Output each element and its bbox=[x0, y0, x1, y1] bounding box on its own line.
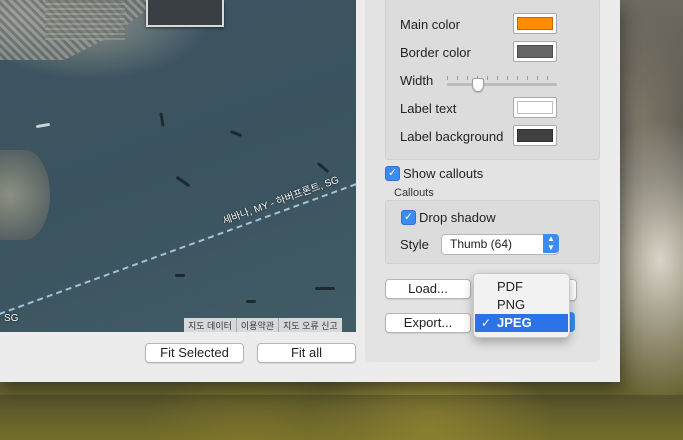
style-label: Style bbox=[400, 237, 429, 252]
main-color-fill bbox=[517, 17, 553, 30]
ship bbox=[159, 112, 165, 127]
label-background-color-well[interactable] bbox=[513, 125, 557, 146]
border-color-label: Border color bbox=[400, 45, 471, 60]
label-text-color-fill bbox=[517, 101, 553, 114]
width-slider[interactable] bbox=[447, 76, 557, 93]
ship bbox=[35, 122, 51, 129]
width-slider-track bbox=[447, 83, 557, 86]
checkmark-icon: ✓ bbox=[403, 211, 414, 223]
map-data-link[interactable]: 지도 데이터 bbox=[184, 318, 236, 332]
export-format-menu[interactable]: PDF PNG ✓ JPEG bbox=[473, 273, 570, 338]
ship bbox=[175, 175, 191, 188]
ship bbox=[316, 161, 330, 174]
style-select[interactable]: Thumb (64) ▲ ▼ bbox=[441, 234, 559, 255]
label-text-color-well[interactable] bbox=[513, 97, 557, 118]
ship bbox=[246, 300, 256, 303]
map-land-island bbox=[0, 150, 50, 240]
map-boundary-label: 세바나, MY - 하버프론트, SG bbox=[221, 174, 341, 228]
map-land-port bbox=[45, 0, 125, 40]
ship bbox=[175, 274, 185, 277]
wallpaper-ridge bbox=[0, 395, 683, 440]
show-callouts-label: Show callouts bbox=[403, 166, 484, 181]
load-button[interactable]: Load... bbox=[385, 279, 471, 299]
ship bbox=[315, 287, 335, 290]
main-color-well[interactable] bbox=[513, 13, 557, 34]
width-slider-ticks bbox=[447, 76, 557, 80]
callouts-header: Callouts bbox=[394, 187, 434, 199]
show-callouts-checkbox[interactable]: ✓ bbox=[385, 166, 400, 181]
checkmark-icon: ✓ bbox=[481, 316, 492, 330]
checkmark-icon: ✓ bbox=[387, 167, 398, 179]
border-color-fill bbox=[517, 45, 553, 58]
drop-shadow-checkbox[interactable]: ✓ bbox=[401, 210, 416, 225]
map-attribution: 지도 데이터 이용약관 지도 오류 신고 bbox=[184, 318, 342, 332]
map-thumbnail-callout[interactable] bbox=[146, 0, 224, 27]
width-label: Width bbox=[400, 73, 434, 88]
label-background-label: Label background bbox=[400, 129, 504, 144]
map-edge-label: SG bbox=[4, 313, 19, 324]
menu-item-jpeg[interactable]: ✓ JPEG bbox=[475, 314, 568, 332]
ship bbox=[229, 130, 243, 137]
updown-chevron-icon: ▲ ▼ bbox=[543, 234, 559, 253]
fit-all-button[interactable]: Fit all bbox=[257, 343, 356, 363]
report-error-link[interactable]: 지도 오류 신고 bbox=[278, 318, 342, 332]
map-view[interactable]: 세바나, MY - 하버프론트, SG SG 지도 데이터 이용약관 지도 오류… bbox=[0, 0, 356, 332]
export-button[interactable]: Export... bbox=[385, 313, 471, 333]
border-color-well[interactable] bbox=[513, 41, 557, 62]
style-select-value: Thumb (64) bbox=[450, 237, 513, 251]
fit-selected-button[interactable]: Fit Selected bbox=[145, 343, 244, 363]
menu-item-pdf[interactable]: PDF bbox=[475, 278, 568, 296]
label-background-color-fill bbox=[517, 129, 553, 142]
main-color-label: Main color bbox=[400, 17, 460, 32]
terms-link[interactable]: 이용약관 bbox=[235, 318, 278, 332]
drop-shadow-label: Drop shadow bbox=[419, 210, 496, 225]
width-slider-knob[interactable] bbox=[472, 78, 484, 92]
label-text-label: Label text bbox=[400, 101, 457, 116]
menu-item-png[interactable]: PNG bbox=[475, 296, 568, 314]
